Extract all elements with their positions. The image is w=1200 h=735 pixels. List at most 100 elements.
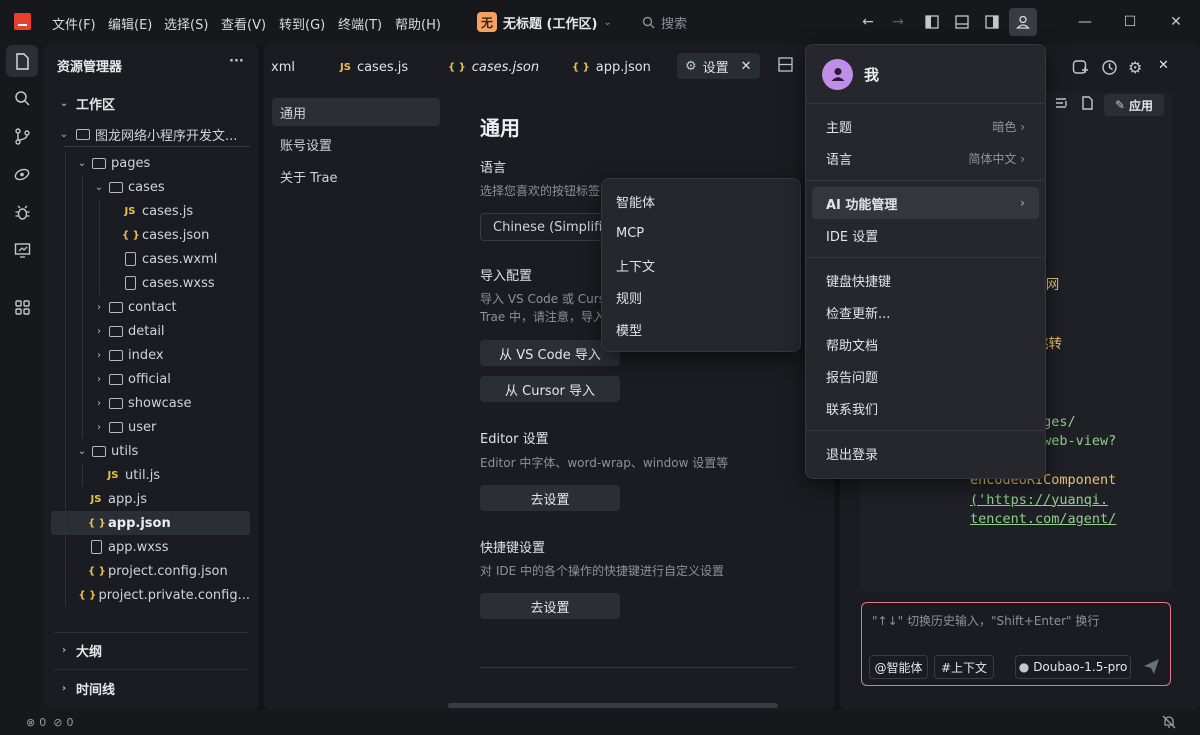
insert-icon[interactable] bbox=[1054, 96, 1068, 114]
close-window-icon[interactable]: ✕ bbox=[1165, 11, 1187, 33]
tree-file[interactable]: JS app.js bbox=[51, 487, 250, 511]
tree-folder[interactable]: › showcase bbox=[51, 391, 250, 415]
submenu-models[interactable]: 模型 bbox=[602, 313, 800, 345]
tab-app-json[interactable]: { } app.json bbox=[572, 54, 651, 80]
account-icon[interactable] bbox=[1009, 8, 1037, 36]
menu-terminal[interactable]: 终端(T) bbox=[338, 14, 382, 33]
timeline-section[interactable]: › 时间线 bbox=[44, 676, 258, 700]
forward-arrow-icon[interactable]: → bbox=[887, 11, 909, 33]
menu-language[interactable]: 语言 简体中文 › bbox=[812, 142, 1039, 174]
submenu-context[interactable]: 上下文 bbox=[602, 249, 800, 281]
workspace-section[interactable]: ⌄ 工作区 bbox=[44, 91, 258, 115]
tree-file[interactable]: { } cases.json bbox=[51, 223, 250, 247]
menu-goto[interactable]: 转到(G) bbox=[279, 14, 325, 33]
tree-file[interactable]: { } project.private.config... bbox=[51, 583, 250, 607]
toggle-secondary-sidebar-icon[interactable] bbox=[981, 11, 1003, 33]
context-button[interactable]: #上下文 bbox=[934, 655, 994, 679]
editor-settings-button[interactable]: 去设置 bbox=[480, 485, 620, 511]
chat-input-box[interactable]: "↑↓" 切换历史输入，"Shift+Enter" 换行 @智能体 #上下文 ●… bbox=[861, 602, 1171, 686]
notifications-muted-icon[interactable] bbox=[1162, 715, 1176, 732]
source-control-icon[interactable] bbox=[6, 120, 38, 152]
tree-folder[interactable]: › detail bbox=[51, 319, 250, 343]
tree-file[interactable]: app.wxss bbox=[51, 535, 250, 559]
menu-help[interactable]: 帮助(H) bbox=[395, 14, 441, 33]
close-panel-icon[interactable]: ✕ bbox=[1158, 58, 1169, 73]
menu-view[interactable]: 查看(V) bbox=[221, 14, 266, 33]
menu-edit[interactable]: 编辑(E) bbox=[108, 14, 152, 33]
tree-folder[interactable]: › user bbox=[51, 415, 250, 439]
settings-nav-account[interactable]: 账号设置 bbox=[272, 130, 440, 158]
tree-folder[interactable]: › index bbox=[51, 343, 250, 367]
tree-folder[interactable]: › official bbox=[51, 367, 250, 391]
indent-guide bbox=[82, 223, 83, 247]
menu-report-issue[interactable]: 报告问题 bbox=[812, 360, 1039, 392]
toggle-panel-icon[interactable] bbox=[951, 11, 973, 33]
tree-folder[interactable]: ⌄ pages bbox=[51, 151, 250, 175]
menu-check-updates[interactable]: 检查更新... bbox=[812, 296, 1039, 328]
menu-theme[interactable]: 主题 暗色 › bbox=[812, 110, 1039, 142]
workspace-switcher[interactable]: 无 无标题 (工作区) ⌄ bbox=[477, 11, 612, 33]
menu-ide-settings[interactable]: IDE 设置 bbox=[812, 219, 1039, 251]
tree-file[interactable]: cases.wxss bbox=[51, 271, 250, 295]
menu-help-docs[interactable]: 帮助文档 bbox=[812, 328, 1039, 360]
menu-logout[interactable]: 退出登录 bbox=[812, 437, 1039, 469]
send-icon[interactable] bbox=[1143, 658, 1160, 679]
back-arrow-icon[interactable]: ← bbox=[857, 11, 879, 33]
settings-gear-icon[interactable]: ⚙ bbox=[1128, 58, 1142, 77]
close-tab-icon[interactable]: ✕ bbox=[741, 59, 752, 74]
tree-item-label: util.js bbox=[125, 467, 161, 483]
menu-ai-features[interactable]: AI 功能管理 › bbox=[812, 187, 1039, 219]
settings-nav-about[interactable]: 关于 Trae bbox=[272, 162, 440, 190]
tree-item-label: user bbox=[128, 419, 157, 435]
new-file-icon[interactable] bbox=[1080, 96, 1094, 114]
tree-folder[interactable]: › contact bbox=[51, 295, 250, 319]
menu-file[interactable]: 文件(F) bbox=[52, 14, 96, 33]
agent-mention-button[interactable]: @智能体 bbox=[869, 655, 928, 679]
menu-contact-us[interactable]: 联系我们 bbox=[812, 392, 1039, 424]
submenu-rules[interactable]: 规则 bbox=[602, 281, 800, 313]
split-editor-icon[interactable] bbox=[778, 57, 793, 76]
toggle-sidebar-icon[interactable] bbox=[921, 11, 943, 33]
extensions-grid-icon[interactable] bbox=[6, 291, 38, 323]
search-icon[interactable] bbox=[6, 82, 38, 114]
tree-file[interactable]: cases.wxml bbox=[51, 247, 250, 271]
tree-file[interactable]: JS cases.js bbox=[51, 199, 250, 223]
preview-eye-icon[interactable] bbox=[6, 158, 38, 190]
search-box[interactable]: 搜索 bbox=[642, 10, 842, 34]
menu-keyboard-shortcuts[interactable]: 键盘快捷键 bbox=[812, 264, 1039, 296]
debug-bug-icon[interactable] bbox=[6, 196, 38, 228]
submenu-agent[interactable]: 智能体 bbox=[602, 185, 800, 217]
indent-guide bbox=[82, 247, 83, 271]
indent-guide bbox=[99, 223, 100, 247]
submenu-mcp[interactable]: MCP bbox=[602, 217, 800, 249]
history-icon[interactable] bbox=[1101, 59, 1118, 80]
tree-file[interactable]: { } app.json bbox=[51, 511, 250, 535]
shortcut-settings-button[interactable]: 去设置 bbox=[480, 593, 620, 619]
explorer-icon[interactable] bbox=[6, 45, 38, 77]
tab-settings[interactable]: ⚙ 设置 ✕ bbox=[677, 53, 760, 79]
import-vscode-button[interactable]: 从 VS Code 导入 bbox=[480, 340, 620, 366]
problems-indicator[interactable]: ⊗ 0 ⊘ 0 bbox=[26, 716, 73, 729]
tree-folder[interactable]: ⌄ utils bbox=[51, 439, 250, 463]
model-select[interactable]: ● Doubao-1.5-pro bbox=[1015, 655, 1131, 679]
outline-section[interactable]: › 大纲 bbox=[44, 638, 258, 662]
horizontal-scrollbar[interactable] bbox=[448, 703, 778, 708]
minimize-icon[interactable]: — bbox=[1074, 11, 1096, 33]
chevron-right-icon: › bbox=[97, 325, 101, 337]
more-actions-icon[interactable]: ··· bbox=[229, 54, 244, 69]
tab-xml[interactable]: xml bbox=[271, 54, 295, 80]
settings-nav-general[interactable]: 通用 bbox=[272, 98, 440, 126]
maximize-icon[interactable]: ☐ bbox=[1119, 11, 1141, 33]
editor-area: xml JS cases.js { } cases.json { } app.json… bbox=[264, 44, 834, 710]
tree-file[interactable]: { } project.config.json bbox=[51, 559, 250, 583]
tab-cases-js[interactable]: JS cases.js bbox=[340, 54, 408, 80]
tab-cases-json[interactable]: { } cases.json bbox=[448, 54, 539, 80]
remote-monitor-icon[interactable] bbox=[6, 234, 38, 266]
new-chat-icon[interactable] bbox=[1072, 59, 1089, 80]
import-cursor-button[interactable]: 从 Cursor 导入 bbox=[480, 376, 620, 402]
menu-selection[interactable]: 选择(S) bbox=[164, 14, 208, 33]
project-folder[interactable]: ⌄ 图龙网络小程序开发文... bbox=[44, 122, 258, 146]
apply-button[interactable]: ✎ 应用 bbox=[1104, 94, 1164, 116]
tree-file[interactable]: JS util.js bbox=[51, 463, 250, 487]
tree-folder[interactable]: ⌄ cases bbox=[51, 175, 250, 199]
